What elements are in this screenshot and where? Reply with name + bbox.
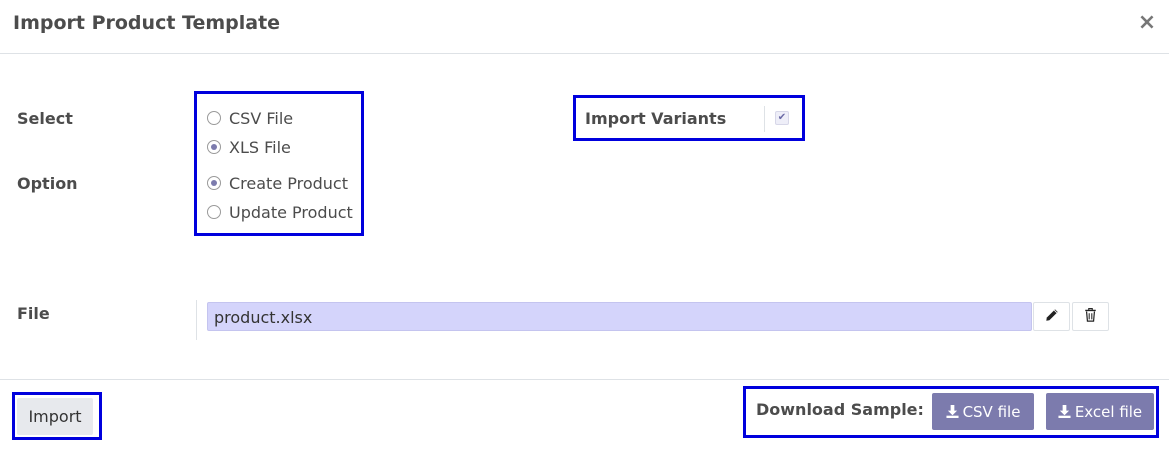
select-label: Select	[17, 109, 73, 128]
download-sample-label: Download Sample:	[756, 400, 924, 419]
download-csv-button[interactable]: CSV file	[932, 393, 1034, 430]
dialog-header: Import Product Template ×	[0, 0, 1169, 54]
radio-label: Update Product	[229, 202, 353, 222]
close-icon[interactable]: ×	[1137, 10, 1157, 36]
radio-button[interactable]	[207, 176, 221, 190]
download-excel-label: Excel file	[1074, 402, 1143, 421]
download-csv-label: CSV file	[962, 402, 1021, 421]
radio-button[interactable]	[207, 140, 221, 154]
radio-update-product[interactable]: Update Product	[207, 202, 353, 222]
option-label: Option	[17, 174, 78, 193]
import-variants-checkbox[interactable]: ✔	[775, 111, 789, 125]
download-excel-button[interactable]: Excel file	[1046, 393, 1154, 430]
file-label: File	[17, 304, 50, 323]
radio-create-product[interactable]: Create Product	[207, 173, 348, 193]
trash-icon	[1084, 307, 1097, 326]
radio-button[interactable]	[207, 205, 221, 219]
radio-label: CSV File	[229, 108, 294, 128]
download-icon	[946, 405, 959, 418]
radio-button[interactable]	[207, 111, 221, 125]
field-divider	[196, 300, 197, 340]
dialog-title: Import Product Template	[13, 12, 281, 34]
import-variants-label: Import Variants	[585, 109, 727, 128]
field-divider	[764, 106, 765, 132]
radio-csv-file[interactable]: CSV File	[207, 108, 293, 128]
pencil-icon	[1045, 307, 1059, 326]
delete-file-button[interactable]	[1072, 302, 1109, 331]
radio-label: XLS File	[229, 137, 291, 157]
import-button[interactable]: Import	[17, 398, 93, 435]
checkmark-icon: ✔	[777, 112, 787, 123]
download-icon	[1058, 405, 1071, 418]
radio-label: Create Product	[229, 173, 348, 193]
file-field[interactable]: product.xlsx	[207, 302, 1032, 331]
radio-xls-file[interactable]: XLS File	[207, 137, 291, 157]
edit-file-button[interactable]	[1033, 302, 1070, 331]
